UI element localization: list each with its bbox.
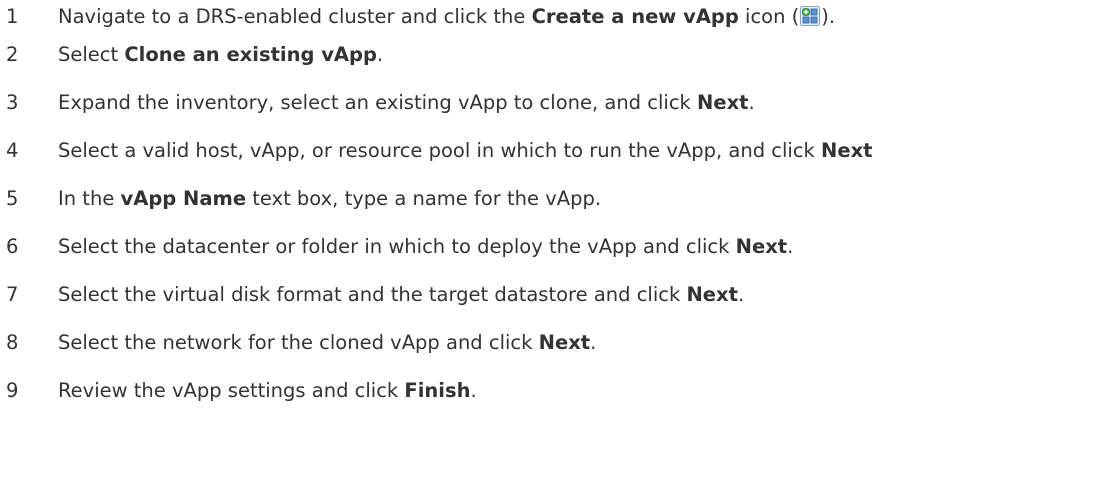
step-6: 6 Select the datacenter or folder in whi…	[0, 228, 1107, 276]
ui-term: Finish	[404, 379, 471, 402]
step-number: 7	[6, 283, 19, 306]
step-text: Select a valid host, vApp, or resource p…	[58, 138, 873, 164]
step-text: In the vApp Name text box, type a name f…	[58, 186, 601, 212]
step-text-part: Expand the inventory, select an existing…	[58, 91, 698, 114]
ui-term: Create a new vApp	[531, 5, 739, 28]
ui-term: Next	[821, 139, 873, 162]
step-number: 6	[6, 235, 19, 258]
step-text-part: In the	[58, 187, 121, 210]
step-number: 8	[6, 331, 19, 354]
step-text-part: Select the virtual disk format and the t…	[58, 283, 687, 306]
ui-term: Next	[697, 91, 749, 114]
step-text-part: ).	[821, 5, 836, 28]
step-number: 1	[6, 5, 19, 28]
step-text-part: Review the vApp settings and click	[58, 379, 405, 402]
step-3: 3 Expand the inventory, select an existi…	[0, 84, 1107, 132]
step-text-part: Navigate to a DRS-enabled cluster and cl…	[58, 5, 532, 28]
ui-term: Next	[686, 283, 738, 306]
step-number: 3	[6, 91, 19, 114]
step-text: Select the network for the cloned vApp a…	[58, 330, 596, 356]
step-text-part: icon (	[738, 5, 800, 28]
step-text: Select the datacenter or folder in which…	[58, 234, 793, 260]
ui-term: Clone an existing vApp	[124, 43, 377, 66]
step-text-part: .	[590, 331, 597, 354]
create-new-vapp-icon	[800, 6, 821, 33]
step-text: Select Clone an existing vApp.	[58, 42, 383, 68]
step-text: Expand the inventory, select an existing…	[58, 90, 755, 116]
step-number: 5	[6, 187, 19, 210]
step-number: 9	[6, 379, 19, 402]
step-text-part: .	[787, 235, 794, 258]
step-2: 2 Select Clone an existing vApp.	[0, 36, 1107, 84]
step-text: Navigate to a DRS-enabled cluster and cl…	[58, 4, 835, 33]
ui-term: Next	[735, 235, 788, 258]
step-text-part: Select the network for the cloned vApp a…	[58, 331, 539, 354]
step-text-part: Select a valid host, vApp, or resource p…	[58, 139, 822, 162]
procedure-steps: 1 Navigate to a DRS-enabled cluster and …	[0, 0, 1107, 420]
step-number: 4	[6, 139, 19, 162]
step-number: 2	[6, 43, 19, 66]
ui-term: vApp Name	[120, 187, 247, 210]
step-text-part: text box, type a name for the vApp.	[246, 187, 602, 210]
step-text-part: .	[470, 379, 477, 402]
step-text-part: .	[748, 91, 755, 114]
step-text: Review the vApp settings and click Finis…	[58, 378, 477, 404]
step-text-part: Select	[58, 43, 125, 66]
step-4: 4 Select a valid host, vApp, or resource…	[0, 132, 1107, 180]
step-8: 8 Select the network for the cloned vApp…	[0, 324, 1107, 372]
step-text-part: .	[376, 43, 384, 66]
ui-term: Next	[538, 331, 591, 354]
step-1: 1 Navigate to a DRS-enabled cluster and …	[0, 0, 1107, 36]
step-text: Select the virtual disk format and the t…	[58, 282, 744, 308]
step-7: 7 Select the virtual disk format and the…	[0, 276, 1107, 324]
step-9: 9 Review the vApp settings and click Fin…	[0, 372, 1107, 420]
step-text-part: .	[737, 283, 745, 306]
step-text-part: Select the datacenter or folder in which…	[58, 235, 736, 258]
step-5: 5 In the vApp Name text box, type a name…	[0, 180, 1107, 228]
